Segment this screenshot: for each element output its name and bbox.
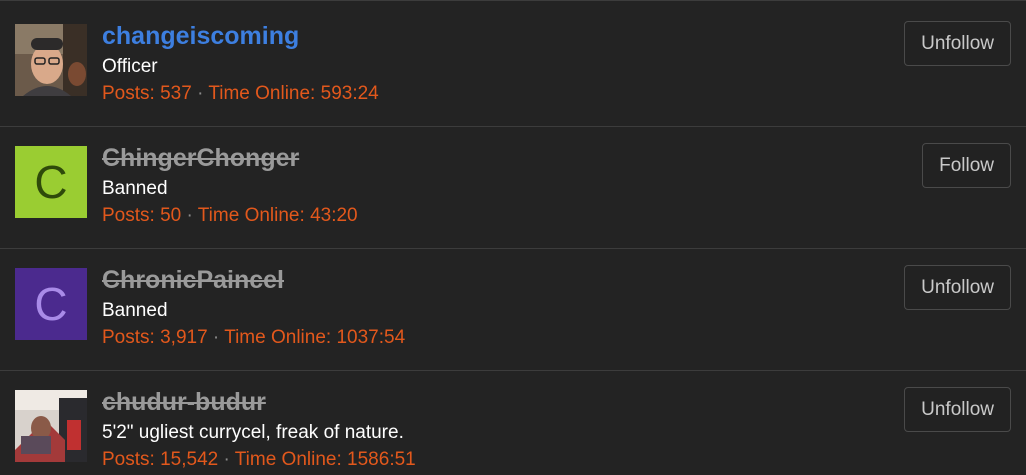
posts-count: 15,542 xyxy=(160,449,219,470)
user-row: chudur-budur 5'2" ugliest currycel, frea… xyxy=(0,371,1026,475)
posts-label: Posts: xyxy=(102,327,155,348)
time-online-label: Time Online: xyxy=(224,327,332,348)
user-info: ChronicPaincel Banned Posts: 3,917 · Tim… xyxy=(102,265,405,349)
user-stats: Posts: 3,917 · Time Online: 1037:54 xyxy=(102,327,405,349)
avatar[interactable] xyxy=(15,390,87,462)
stats-separator: · xyxy=(212,327,220,348)
user-title: Banned xyxy=(102,178,168,199)
user-row: C ChingerChonger Banned Posts: 50 · Time… xyxy=(0,127,1026,249)
user-title: Banned xyxy=(102,300,168,321)
posts-count: 3,917 xyxy=(160,327,208,348)
username-link[interactable]: ChingerChonger xyxy=(102,143,358,173)
unfollow-button[interactable]: Unfollow xyxy=(904,265,1011,310)
user-row: C ChronicPaincel Banned Posts: 3,917 · T… xyxy=(0,249,1026,371)
posts-label: Posts: xyxy=(102,205,155,226)
time-online-label: Time Online: xyxy=(197,205,305,226)
posts-count: 50 xyxy=(160,205,182,226)
avatar[interactable] xyxy=(15,24,87,96)
user-info: chudur-budur 5'2" ugliest currycel, frea… xyxy=(102,387,416,471)
avatar[interactable]: C xyxy=(15,268,87,340)
time-online-value: 1586:51 xyxy=(347,449,416,470)
posts-label: Posts: xyxy=(102,449,155,470)
username-link[interactable]: ChronicPaincel xyxy=(102,265,405,295)
time-online-value: 43:20 xyxy=(310,205,358,226)
stats-separator: · xyxy=(197,83,204,104)
username-link[interactable]: chudur-budur xyxy=(102,387,416,417)
avatar[interactable]: C xyxy=(15,146,87,218)
unfollow-button[interactable]: Unfollow xyxy=(904,21,1011,66)
follow-button[interactable]: Follow xyxy=(922,143,1011,188)
user-stats: Posts: 50 · Time Online: 43:20 xyxy=(102,205,358,227)
user-info: changeiscoming Officer Posts: 537 · Time… xyxy=(102,21,379,105)
user-info: ChingerChonger Banned Posts: 50 · Time O… xyxy=(102,143,358,227)
avatar-letter: C xyxy=(34,278,68,330)
unfollow-button[interactable]: Unfollow xyxy=(904,387,1011,432)
user-title: Officer xyxy=(102,56,158,77)
time-online-label: Time Online: xyxy=(208,83,316,104)
posts-label: Posts: xyxy=(102,83,155,104)
stats-separator: · xyxy=(223,449,230,470)
user-photo-icon xyxy=(15,24,87,96)
user-title: 5'2" ugliest currycel, freak of nature. xyxy=(102,422,404,443)
user-row: changeiscoming Officer Posts: 537 · Time… xyxy=(0,5,1026,127)
time-online-value: 1037:54 xyxy=(336,327,406,348)
time-online-value: 593:24 xyxy=(320,83,379,104)
user-photo-icon xyxy=(15,390,87,462)
time-online-label: Time Online: xyxy=(234,449,342,470)
posts-count: 537 xyxy=(160,83,192,104)
user-stats: Posts: 537 · Time Online: 593:24 xyxy=(102,83,379,105)
user-stats: Posts: 15,542 · Time Online: 1586:51 xyxy=(102,449,416,471)
username-link[interactable]: changeiscoming xyxy=(102,21,379,51)
avatar-letter: C xyxy=(34,156,68,208)
following-list: changeiscoming Officer Posts: 537 · Time… xyxy=(0,0,1026,475)
stats-separator: · xyxy=(186,205,193,226)
